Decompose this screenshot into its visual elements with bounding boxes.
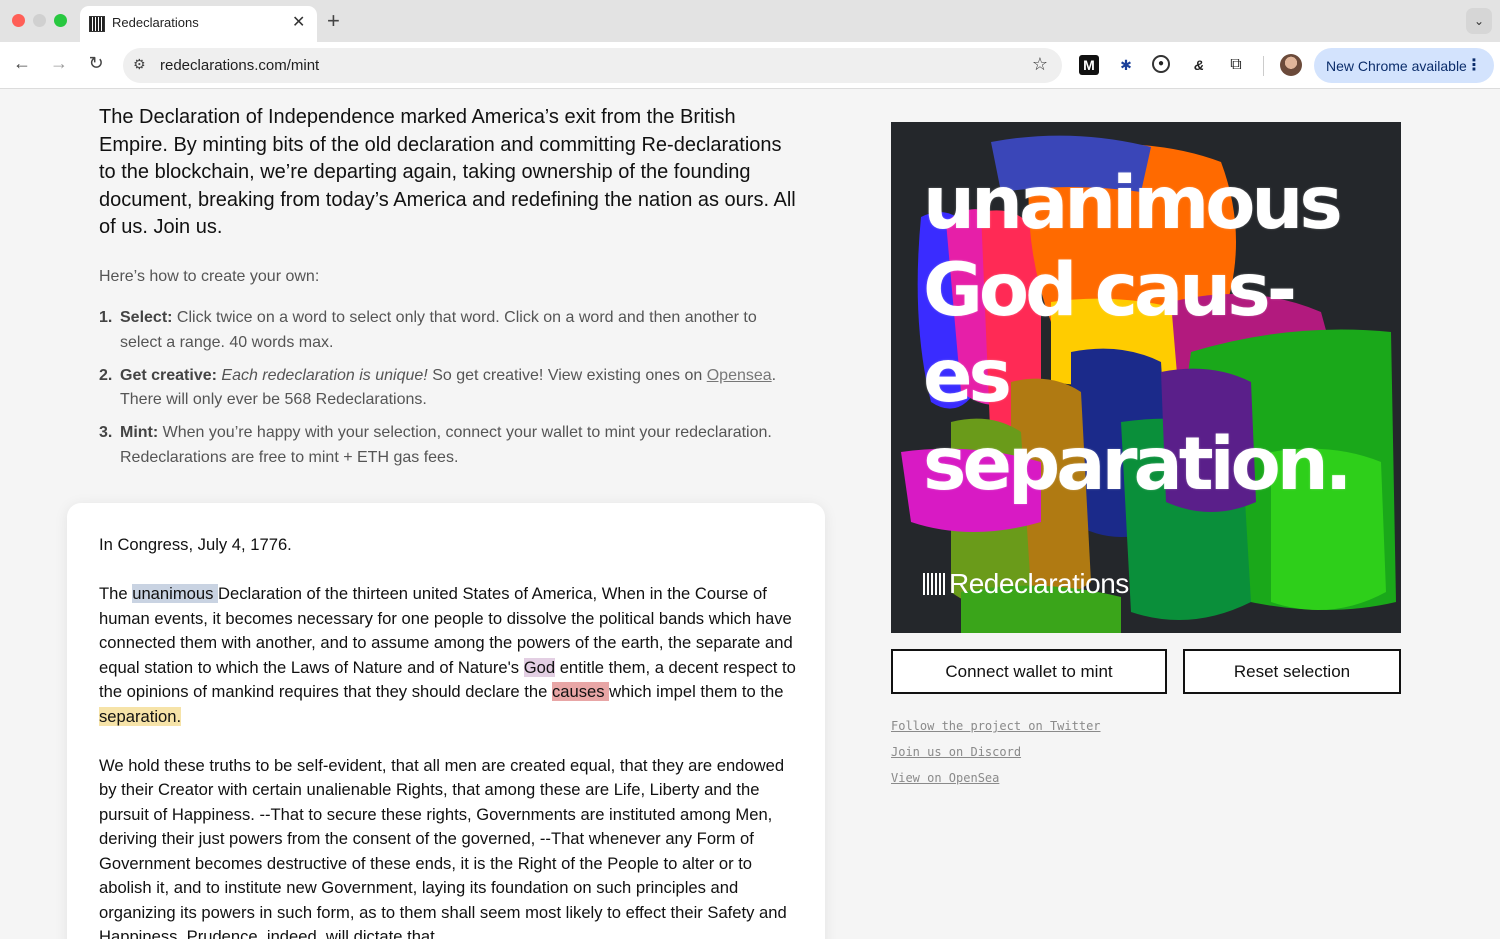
- forward-button[interactable]: →: [47, 53, 71, 74]
- opensea-view-link[interactable]: View on OpenSea: [891, 771, 1101, 786]
- selected-word-causes[interactable]: causes: [551, 682, 610, 701]
- avatar[interactable]: [1280, 54, 1302, 76]
- twitter-link[interactable]: Follow the project on Twitter: [891, 719, 1101, 734]
- selected-word-separation[interactable]: separation.: [99, 706, 182, 726]
- selected-word-god[interactable]: God: [523, 657, 556, 677]
- artwork-brand: Redeclarations: [923, 568, 1129, 600]
- declaration-card: In Congress, July 4, 1776. The unanimous…: [67, 503, 825, 939]
- maximize-window-button[interactable]: [54, 14, 67, 27]
- close-icon[interactable]: ✕: [292, 12, 305, 32]
- tab-redeclarations[interactable]: Redeclarations ✕: [80, 6, 317, 42]
- step-mint: 3. Mint: When you’re happy with your sele…: [99, 424, 772, 466]
- artwork-line-3: es: [923, 334, 1012, 419]
- back-button[interactable]: ←: [10, 53, 34, 74]
- reset-selection-button[interactable]: Reset selection: [1183, 649, 1401, 694]
- puzzle-icon[interactable]: ⧉: [1226, 55, 1246, 75]
- redeclaration-preview: unanimous God caus- es separation. Redec…: [891, 122, 1401, 633]
- more-vert-icon[interactable]: ⋮: [1466, 55, 1482, 75]
- chevron-down-icon[interactable]: ⌄: [1466, 8, 1492, 34]
- artwork-line-4: separation.: [923, 422, 1353, 507]
- reload-button[interactable]: ↻: [84, 53, 108, 74]
- chrome-update-button[interactable]: New Chrome available ⋮: [1314, 48, 1494, 83]
- minimize-window-button[interactable]: [33, 14, 46, 27]
- connect-wallet-button[interactable]: Connect wallet to mint: [891, 649, 1167, 694]
- intro-paragraph: The Declaration of Independence marked A…: [99, 106, 796, 238]
- toolbar-divider: [1263, 56, 1264, 76]
- new-tab-button[interactable]: +: [327, 8, 340, 34]
- browser-toolbar: ← → ↻ ⚙ redeclarations.com/mint ☆ M ✱ ● …: [0, 42, 1500, 89]
- declaration-paragraph-2[interactable]: We hold these truths to be self-evident,…: [99, 754, 799, 939]
- declaration-text: In Congress, July 4, 1776. The unanimous…: [99, 533, 799, 939]
- extension-m-icon[interactable]: M: [1079, 55, 1099, 75]
- selected-word-unanimous[interactable]: unanimous: [132, 584, 219, 603]
- site-info-icon[interactable]: ⚙: [133, 56, 146, 73]
- brand-logo-icon: [923, 573, 947, 595]
- close-window-button[interactable]: [12, 14, 25, 27]
- step-get-creative: 2. Get creative: Each redeclaration is un…: [99, 366, 777, 409]
- tab-strip: Redeclarations ✕ + ⌄: [0, 0, 1500, 42]
- artwork-line-2: God caus-: [923, 248, 1297, 333]
- declaration-paragraph-1: The unanimous Declaration of the thirtee…: [99, 584, 796, 726]
- discord-link[interactable]: Join us on Discord: [891, 745, 1101, 760]
- tab-title: Redeclarations: [112, 15, 199, 30]
- url-text[interactable]: redeclarations.com/mint: [160, 57, 319, 74]
- update-label: New Chrome available: [1326, 58, 1467, 74]
- favicon-icon: [89, 16, 105, 32]
- external-links: Follow the project on Twitter Join us on…: [891, 719, 1101, 797]
- step-select: 1. Select: Click twice on a word to selec…: [99, 309, 757, 351]
- star-icon[interactable]: ☆: [1032, 54, 1048, 75]
- extension-shield-icon[interactable]: ●: [1152, 55, 1170, 73]
- address-bar[interactable]: ⚙ redeclarations.com/mint ☆: [123, 48, 1062, 83]
- extension-asterisk-icon[interactable]: ✱: [1116, 55, 1136, 75]
- page-content: The Declaration of Independence marked A…: [0, 90, 1500, 939]
- declaration-heading[interactable]: In Congress, July 4, 1776.: [99, 533, 799, 558]
- extension-script-icon[interactable]: &: [1189, 55, 1209, 75]
- artwork-line-1: unanimous: [923, 161, 1343, 246]
- howto-heading: Here’s how to create your own:: [99, 268, 320, 285]
- steps-list: 1. Select: Click twice on a word to selec…: [99, 306, 779, 479]
- opensea-link[interactable]: Opensea: [707, 367, 772, 384]
